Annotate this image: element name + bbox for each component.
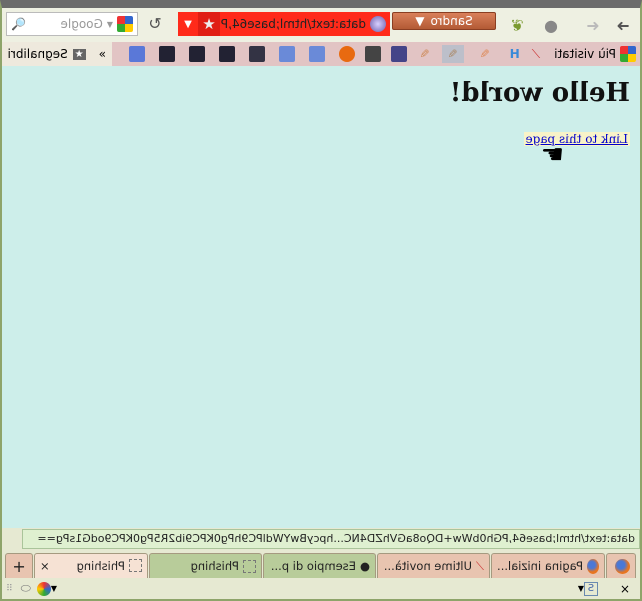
overflow-chevron[interactable]: »	[99, 47, 106, 61]
reload-button[interactable]: ↻	[144, 14, 166, 36]
bookmark-icon[interactable]	[219, 46, 236, 62]
tab[interactable]: ● Esempio di p...	[263, 553, 376, 578]
back-button[interactable]: ➜	[612, 14, 634, 36]
tab[interactable]: Phishing	[149, 553, 262, 578]
bookmark-icon[interactable]: H	[510, 47, 520, 61]
addon-icon[interactable]: S	[583, 581, 598, 596]
tab-label: Esempio di p...	[270, 559, 356, 573]
url-dropdown-icon[interactable]: ▼	[178, 19, 198, 30]
tab-bar: Pagina inizial... ⟋ Ultime novità... ● Ese…	[2, 551, 640, 578]
firefox-icon	[615, 558, 630, 574]
tab-label: Pagina inizial...	[497, 559, 584, 573]
close-icon[interactable]: ×	[620, 582, 630, 596]
page-content: Hello world! Link to this page ☚	[2, 66, 640, 528]
bookmarks-menu[interactable]: » ★ Segnalibri	[2, 42, 112, 66]
page-link[interactable]: Link to this page	[523, 132, 630, 146]
bookmark-icon[interactable]	[129, 46, 146, 62]
forward-button[interactable]: ➜	[582, 14, 604, 36]
firefox-icon	[587, 558, 599, 574]
color-icon[interactable]	[36, 581, 51, 596]
star-icon: ★	[72, 48, 86, 60]
tab[interactable]: ⟋ Ultime novità...	[377, 553, 490, 578]
bookmark-icon[interactable]	[365, 46, 382, 62]
resize-grip[interactable]: ⠿	[6, 584, 13, 594]
tab-label: Ultime novità...	[383, 559, 472, 573]
page-heading: Hello world!	[449, 78, 630, 108]
hand-cursor-icon: ☚	[540, 140, 564, 170]
bookmarks-menu-label: Segnalibri	[7, 47, 68, 61]
status-bar: data:text/html;base64,PGh0bWw+DQo8aGVhZD…	[22, 529, 640, 549]
tab[interactable]: Pagina inizial...	[491, 553, 605, 578]
chevron-down-icon[interactable]: ▼	[578, 584, 584, 593]
tab-label: Phishing	[76, 559, 125, 573]
url-text: data:text/html;base64,P	[220, 17, 366, 31]
profile-label: Sandro	[430, 14, 473, 28]
page-icon	[243, 559, 256, 573]
bookmark-icon[interactable]	[391, 46, 408, 62]
bookmark-icon[interactable]: ⟋	[532, 47, 540, 62]
bookmark-icon[interactable]	[309, 46, 326, 62]
pencil-icon[interactable]: ✎	[480, 47, 490, 61]
navigation-toolbar: ➜ ➜ ● ❦ Sandro ▼ data:text/html;base64,P …	[2, 8, 640, 42]
search-icon[interactable]: 🔍	[11, 17, 26, 31]
github-icon: ●	[359, 559, 370, 573]
search-input[interactable]: ▼ Google 🔍	[6, 12, 138, 36]
page-icon	[129, 559, 142, 572]
browser-window: ➜ ➜ ● ❦ Sandro ▼ data:text/html;base64,P …	[0, 0, 642, 601]
url-bar[interactable]: data:text/html;base64,P ★ ▼	[178, 12, 390, 36]
profile-button[interactable]: Sandro ▼	[392, 12, 496, 30]
bookmark-icon[interactable]	[189, 46, 206, 62]
most-visited-button[interactable]: Più visitati	[554, 47, 616, 61]
bookmark-icon[interactable]	[279, 46, 296, 62]
pencil-icon[interactable]: ✎	[441, 45, 464, 63]
tab-label: Phishing	[190, 559, 239, 573]
most-visited-icon	[620, 46, 636, 62]
bookmark-icon: ⟋	[475, 558, 484, 573]
chevron-down-icon: ▼	[106, 19, 113, 29]
bookmark-icon[interactable]	[159, 46, 176, 62]
search-engine-icon[interactable]	[117, 16, 133, 32]
addon-icon[interactable]: ●	[540, 14, 562, 36]
chevron-down-icon: ▼	[415, 14, 425, 28]
leaf-icon[interactable]: ❦	[506, 14, 528, 36]
tab-active[interactable]: Phishing ×	[34, 553, 148, 578]
search-placeholder: Google	[60, 17, 103, 31]
bookmarks-toolbar: Più visitati ⟋ H ✎ ✎ ✎ » ★ Segnalibri	[2, 42, 640, 66]
chevron-down-icon[interactable]: ▼	[51, 584, 57, 593]
close-tab-icon[interactable]: ×	[40, 559, 50, 573]
bookmark-icon[interactable]	[339, 46, 356, 62]
add-on-bar: × S ▼ ▼ ⬭ ⠿	[2, 578, 640, 599]
new-tab-button[interactable]: +	[5, 553, 33, 578]
bookmark-star-icon[interactable]: ★	[198, 12, 220, 36]
bookmark-icon[interactable]	[249, 46, 266, 62]
bookmark-icon[interactable]: ✎	[420, 47, 430, 61]
site-icon	[370, 16, 386, 32]
ring-icon[interactable]: ⬭	[21, 581, 31, 596]
tab-app[interactable]	[606, 553, 636, 578]
